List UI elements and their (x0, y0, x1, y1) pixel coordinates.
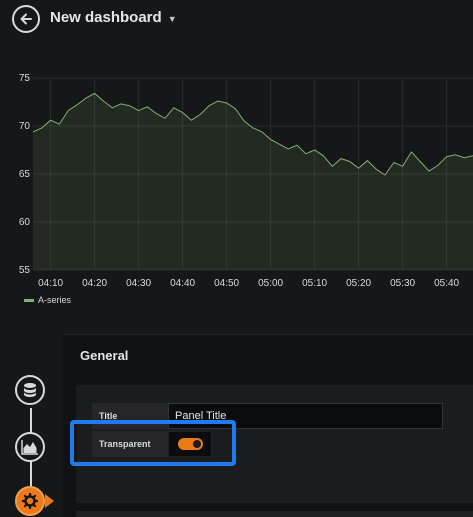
x-tick-label: 05:00 (258, 278, 283, 289)
back-button[interactable] (12, 5, 40, 33)
transparent-toggle[interactable] (177, 438, 203, 450)
y-tick-label: 60 (19, 217, 31, 228)
x-tick-label: 05:20 (346, 278, 371, 289)
legend-label: A-series (38, 295, 72, 305)
x-tick-label: 05:30 (390, 278, 415, 289)
panel-editor: General Title Transparent (62, 334, 473, 517)
toggle-knob (192, 440, 201, 448)
caret-down-icon: ▼ (167, 13, 177, 24)
x-tick-label: 04:30 (126, 278, 151, 289)
dashboard-title-dropdown[interactable]: New dashboard ▼ (50, 9, 177, 26)
x-tick-label: 04:10 (38, 278, 63, 289)
dashboard-title: New dashboard (50, 9, 162, 26)
transparent-switch-container (168, 431, 212, 457)
title-row: Title (92, 403, 443, 429)
area-chart-icon (21, 440, 38, 455)
visualization-step-button[interactable] (15, 432, 45, 462)
y-tick-label: 55 (19, 265, 31, 276)
next-section-header (76, 511, 473, 517)
gear-icon (22, 493, 38, 509)
transparent-label: Transparent (92, 431, 168, 457)
x-tick-label: 05:10 (302, 278, 327, 289)
x-tick-label: 04:20 (82, 278, 107, 289)
legend-swatch (24, 298, 34, 302)
general-options: Title Transparent (76, 385, 473, 503)
x-tick-label: 05:40 (434, 278, 459, 289)
time-series-chart: 55 60 65 70 75 04:10 04:20 04:30 04:40 04:50 05:00… (19, 73, 473, 289)
legend-item-a-series[interactable]: A-series (24, 295, 71, 305)
y-tick-label: 65 (19, 169, 31, 180)
y-tick-label: 75 (19, 73, 31, 84)
general-step-button[interactable] (15, 486, 45, 516)
x-tick-label: 04:40 (170, 278, 195, 289)
title-label: Title (92, 403, 168, 429)
transparent-row: Transparent (92, 431, 212, 457)
active-step-pointer-icon (45, 494, 54, 508)
title-input[interactable] (168, 403, 443, 429)
graph-panel: 55 60 65 70 75 04:10 04:20 04:30 04:40 04:50 05:00… (0, 60, 473, 310)
database-icon (24, 383, 36, 397)
series-area-a-series (33, 93, 473, 271)
arrow-left-circle-icon (20, 13, 32, 25)
x-tick-label: 04:50 (214, 278, 239, 289)
queries-step-button[interactable] (15, 375, 45, 405)
dashboard-header: New dashboard ▼ (0, 0, 473, 40)
section-title: General (80, 348, 129, 363)
y-tick-label: 70 (19, 121, 31, 132)
